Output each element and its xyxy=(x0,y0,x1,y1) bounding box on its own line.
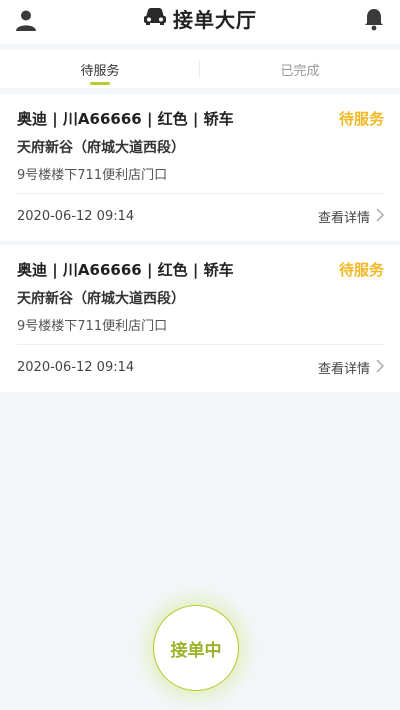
accepting-orders-button[interactable]: 接单中 xyxy=(153,605,239,691)
view-detail-link[interactable]: 查看详情 xyxy=(317,207,385,226)
status-badge: 待服务 xyxy=(338,110,384,128)
header-bar: 接单大厅 xyxy=(0,0,400,44)
card-divider xyxy=(17,193,384,194)
order-time: 2020-06-12 09:14 xyxy=(17,360,135,375)
page-title: 接单大厅 xyxy=(143,4,257,33)
card-divider xyxy=(17,344,384,345)
car-info: 奥迪 | 川A66666 | 红色 | 轿车 xyxy=(17,110,234,128)
order-time: 2020-06-12 09:14 xyxy=(17,209,135,224)
car-info: 奥迪 | 川A66666 | 红色 | 轿车 xyxy=(17,261,234,279)
page-title-text: 接单大厅 xyxy=(173,7,257,32)
tab-pending[interactable]: 待服务 xyxy=(0,50,200,88)
accepting-orders-label: 接单中 xyxy=(170,640,222,661)
bell-icon[interactable] xyxy=(362,7,386,31)
pickup-address: 9号楼楼下711便利店门口 xyxy=(17,319,168,334)
tab-label: 待服务 xyxy=(80,63,120,79)
chevron-right-icon xyxy=(376,207,385,226)
pickup-address: 9号楼楼下711便利店门口 xyxy=(17,168,168,183)
view-detail-label: 查看详情 xyxy=(317,211,370,226)
tab-label: 已完成 xyxy=(280,63,320,79)
user-icon[interactable] xyxy=(14,8,38,32)
chevron-right-icon xyxy=(376,358,385,377)
view-detail-link[interactable]: 查看详情 xyxy=(317,358,385,377)
car-front-icon xyxy=(143,6,167,30)
active-tab-indicator xyxy=(90,82,110,85)
tab-completed[interactable]: 已完成 xyxy=(200,50,400,88)
pickup-place: 天府新谷（府城大道西段） xyxy=(17,291,185,307)
order-card: 奥迪 | 川A66666 | 红色 | 轿车 待服务 天府新谷（府城大道西段） … xyxy=(0,94,400,241)
pickup-place: 天府新谷（府城大道西段） xyxy=(17,140,185,156)
status-badge: 待服务 xyxy=(338,261,384,279)
view-detail-label: 查看详情 xyxy=(317,362,370,377)
order-card: 奥迪 | 川A66666 | 红色 | 轿车 待服务 天府新谷（府城大道西段） … xyxy=(0,245,400,392)
order-tabs: 待服务 已完成 xyxy=(0,50,400,88)
